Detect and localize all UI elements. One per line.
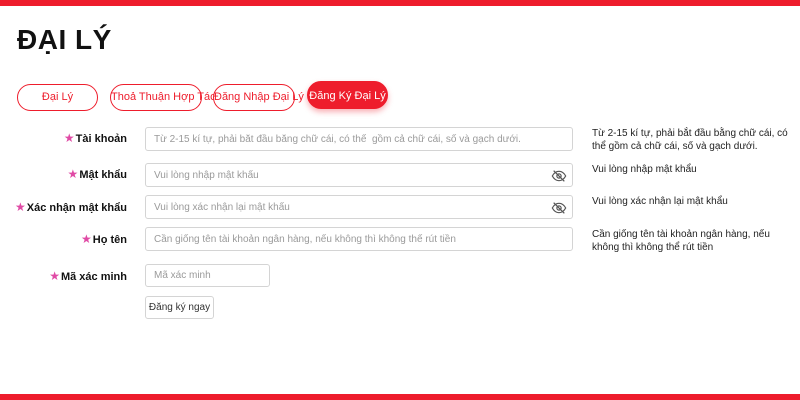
confirm-password-input[interactable]	[146, 196, 572, 218]
tab-cooperation-agreement[interactable]: Thoả Thuận Hợp Tác	[110, 84, 216, 111]
confirm-password-label-row: ★Xác nhận mật khẩu	[0, 200, 127, 214]
account-label: Tài khoản	[75, 133, 127, 145]
confirm-password-field[interactable]	[145, 195, 573, 219]
tab-agent-login[interactable]: Đăng Nhập Đại Lý	[213, 84, 304, 111]
tab-agent-register[interactable]: Đăng Ký Đại Lý	[307, 81, 388, 109]
required-star-icon: ★	[49, 269, 60, 283]
confirm-password-hint: Vui lòng xác nhận lại mật khẩu	[592, 196, 728, 207]
password-input[interactable]	[146, 164, 572, 186]
full-name-label-row: ★Họ tên	[0, 232, 127, 246]
tab-agent[interactable]: Đại Lý	[17, 84, 98, 111]
register-now-button[interactable]: Đăng ký ngay	[145, 296, 214, 319]
full-name-hint: Cần giống tên tài khoản ngân hàng, nếu k…	[592, 229, 770, 253]
password-label-row: ★Mật khẩu	[0, 167, 127, 181]
account-input[interactable]	[146, 128, 572, 150]
account-hint: Từ 2-15 kí tự, phải bắt đầu bằng chữ cái…	[592, 128, 788, 152]
captcha-field[interactable]	[145, 264, 270, 287]
captcha-label-row: ★Mã xác minh	[0, 269, 127, 283]
password-hint: Vui lòng nhập mật khẩu	[592, 164, 697, 175]
captcha-input[interactable]	[146, 265, 269, 286]
account-label-row: ★Tài khoản	[0, 131, 127, 145]
required-star-icon: ★	[63, 131, 75, 145]
full-name-input[interactable]	[146, 228, 572, 250]
full-name-label: Họ tên	[92, 234, 127, 246]
account-field[interactable]	[145, 127, 573, 151]
password-label: Mật khẩu	[79, 169, 127, 181]
confirm-password-label: Xác nhận mật khẩu	[26, 202, 127, 214]
eye-off-icon[interactable]	[551, 168, 567, 184]
bottom-accent-bar	[0, 394, 800, 400]
captcha-label: Mã xác minh	[60, 271, 127, 283]
full-name-field[interactable]	[145, 227, 573, 251]
required-star-icon: ★	[14, 200, 26, 214]
password-field[interactable]	[145, 163, 573, 187]
page-title: ĐẠI LÝ	[17, 24, 112, 55]
required-star-icon: ★	[67, 167, 79, 181]
eye-off-icon[interactable]	[551, 200, 567, 216]
top-accent-bar	[0, 0, 800, 6]
required-star-icon: ★	[81, 232, 92, 246]
